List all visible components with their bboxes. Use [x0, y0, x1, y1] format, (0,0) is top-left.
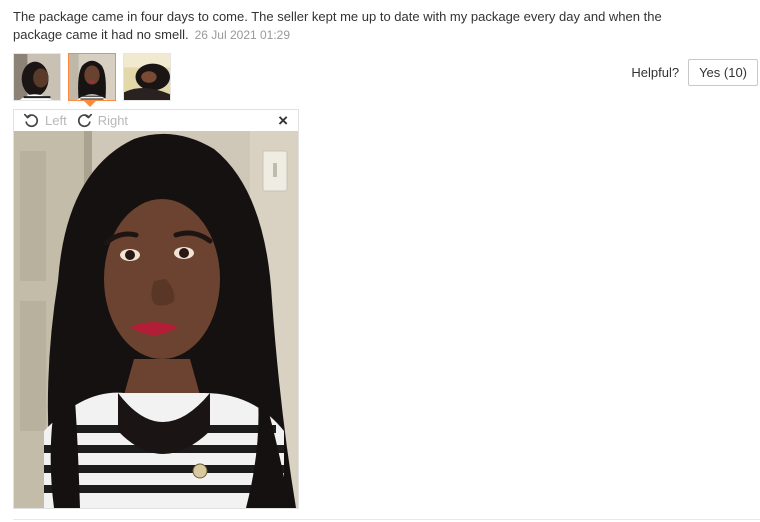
rotate-right-label: Right [97, 113, 129, 128]
rotate-left-label: Left [45, 113, 67, 128]
review-body: The package came in four days to come. T… [13, 9, 662, 42]
active-thumb-pointer [84, 101, 96, 107]
photo-viewer: Left Right × [13, 109, 299, 509]
rotate-left-icon [23, 112, 40, 129]
close-icon[interactable]: × [278, 110, 288, 131]
photo-thumb-1[interactable] [13, 53, 61, 101]
review-photo-image [14, 131, 298, 508]
thumb-image-2 [69, 54, 115, 100]
review-text: The package came in four days to come. T… [13, 8, 713, 44]
rotate-right-icon [76, 112, 93, 129]
helpful-label: Helpful? [631, 65, 680, 80]
review-item: The package came in four days to come. T… [0, 0, 760, 522]
thumb-image-1 [14, 54, 60, 100]
photo-thumb-2[interactable] [68, 53, 116, 101]
helpful-yes-button[interactable]: Yes (10) [688, 59, 758, 86]
review-date: 26 Jul 2021 01:29 [194, 28, 291, 42]
rotate-left-button[interactable]: Left [23, 112, 67, 129]
helpful-section: Helpful? Yes (10) [631, 59, 758, 86]
photo-thumb-3[interactable] [123, 53, 171, 101]
thumb-image-3 [124, 54, 170, 100]
review-divider [13, 519, 760, 520]
review-photo-large [14, 131, 298, 508]
viewer-toolbar: Left Right × [14, 110, 298, 131]
rotate-right-button[interactable]: Right [76, 112, 128, 129]
